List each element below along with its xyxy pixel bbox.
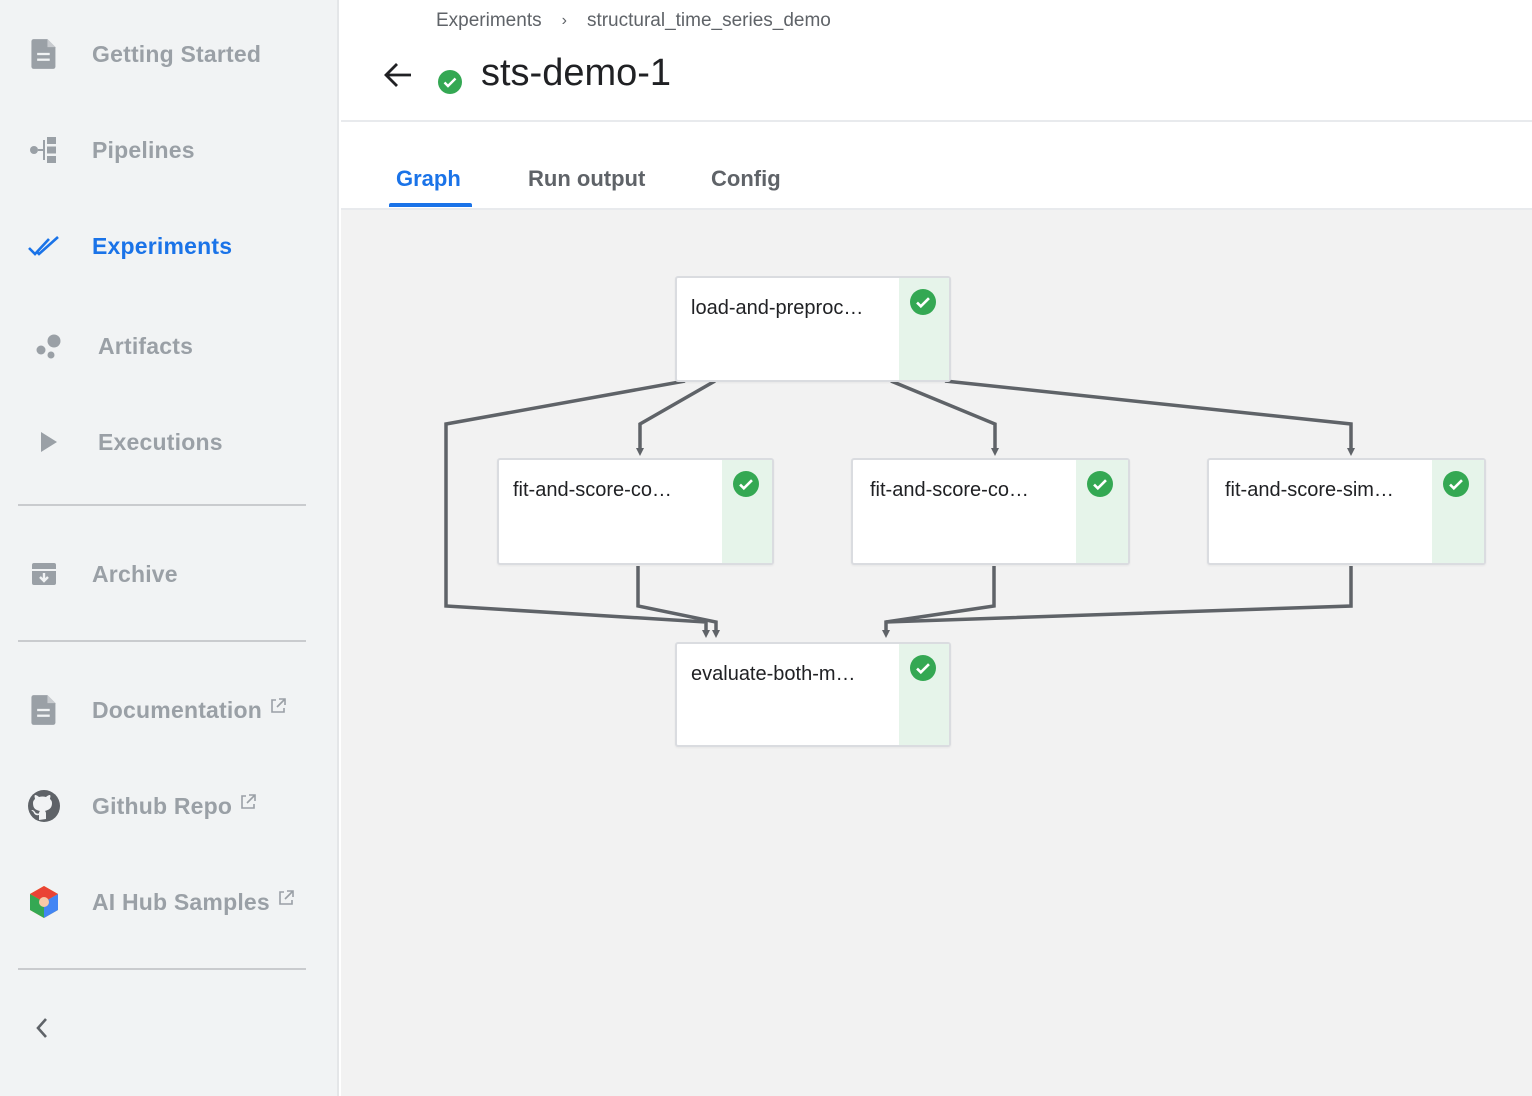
edge-load-to-fit1: [636, 379, 716, 456]
page-header: Experiments › structural_time_series_dem…: [341, 0, 1532, 122]
node-status: [1432, 460, 1484, 563]
graph-node-eval[interactable]: evaluate-both-m…: [675, 642, 951, 747]
sidebar-item-label: Getting Started: [92, 40, 262, 67]
graph-node-load[interactable]: load-and-preproc…: [675, 276, 951, 382]
arrow-left-icon: [383, 61, 413, 94]
breadcrumb: Experiments › structural_time_series_dem…: [436, 10, 831, 32]
sidebar-item-label: Executions: [98, 428, 223, 455]
page-title: sts-demo-1: [481, 52, 672, 94]
sidebar-item-getting-started[interactable]: Getting Started: [0, 24, 339, 84]
sidebar-item-label: Github Repo: [92, 793, 256, 820]
sidebar-divider: [18, 640, 306, 642]
external-link-icon: [240, 789, 256, 816]
chevron-left-icon: [34, 1016, 50, 1045]
node-label: evaluate-both-m…: [691, 663, 856, 685]
bubbles-icon: [30, 328, 66, 364]
graph-node-fit1[interactable]: fit-and-score-co…: [497, 458, 774, 565]
collapse-sidebar-button[interactable]: [22, 1010, 62, 1050]
ai-hub-icon: [26, 884, 62, 920]
document-icon: [26, 36, 62, 72]
sidebar-item-label: Archive: [92, 560, 178, 587]
document-icon: [26, 692, 62, 728]
breadcrumb-link-experiment[interactable]: structural_time_series_demo: [587, 10, 831, 32]
node-label: fit-and-score-co…: [513, 479, 672, 501]
success-check-icon: [1087, 471, 1113, 497]
sidebar: Getting Started Pipelines Experiments Ar…: [0, 0, 339, 1096]
pipeline-graph: load-and-preproc… fit-and-score-co… fit-…: [341, 210, 1532, 1096]
node-label: load-and-preproc…: [691, 297, 864, 319]
success-check-icon: [910, 655, 936, 681]
node-status: [1076, 460, 1128, 563]
sidebar-item-archive[interactable]: Archive: [0, 544, 339, 604]
tab-graph[interactable]: Graph: [396, 166, 461, 192]
success-check-icon: [733, 471, 759, 497]
edge-load-to-fit3: [944, 379, 1355, 456]
graph-node-fit2[interactable]: fit-and-score-co…: [851, 458, 1130, 565]
sidebar-item-pipelines[interactable]: Pipelines: [0, 120, 339, 180]
sidebar-item-github-repo[interactable]: Github Repo: [0, 776, 339, 836]
success-check-icon: [910, 289, 936, 315]
github-icon: [26, 788, 62, 824]
sidebar-item-experiments[interactable]: Experiments: [0, 216, 339, 276]
pipeline-icon: [26, 132, 62, 168]
success-check-icon: [1443, 471, 1469, 497]
tab-bar: Graph Run output Config: [341, 122, 1532, 210]
double-check-icon: [26, 228, 62, 264]
tab-config[interactable]: Config: [711, 166, 781, 192]
sidebar-item-label: Experiments: [92, 232, 233, 259]
active-tab-indicator: [389, 203, 472, 207]
tab-run-output[interactable]: Run output: [528, 166, 645, 192]
sidebar-divider: [18, 504, 306, 506]
back-button[interactable]: [379, 58, 417, 96]
chevron-right-icon: ›: [561, 12, 567, 29]
external-link-icon: [278, 885, 294, 912]
sidebar-item-ai-hub-samples[interactable]: AI Hub Samples: [0, 872, 339, 932]
play-icon: [30, 424, 66, 460]
graph-node-fit3[interactable]: fit-and-score-sim…: [1207, 458, 1486, 565]
edge-fit3-to-eval: [885, 566, 1353, 624]
node-status: [899, 644, 949, 745]
node-status: [899, 278, 949, 380]
edge-fit2-to-eval: [882, 566, 996, 638]
sidebar-item-artifacts[interactable]: Artifacts: [0, 316, 339, 376]
breadcrumb-link-experiments[interactable]: Experiments: [436, 10, 542, 32]
sidebar-item-label: Pipelines: [92, 136, 195, 163]
node-label: fit-and-score-co…: [870, 479, 1029, 501]
status-succeeded-icon: [438, 70, 462, 94]
external-link-icon: [270, 693, 286, 720]
archive-icon: [26, 556, 62, 592]
sidebar-divider: [18, 968, 306, 970]
sidebar-item-documentation[interactable]: Documentation: [0, 680, 339, 740]
edge-load-to-fit2: [890, 379, 999, 456]
sidebar-item-executions[interactable]: Executions: [0, 412, 339, 472]
sidebar-item-label: Artifacts: [98, 332, 194, 359]
node-status: [722, 460, 772, 563]
sidebar-item-label: AI Hub Samples: [92, 889, 294, 916]
node-label: fit-and-score-sim…: [1225, 479, 1394, 501]
sidebar-item-label: Documentation: [92, 697, 286, 724]
